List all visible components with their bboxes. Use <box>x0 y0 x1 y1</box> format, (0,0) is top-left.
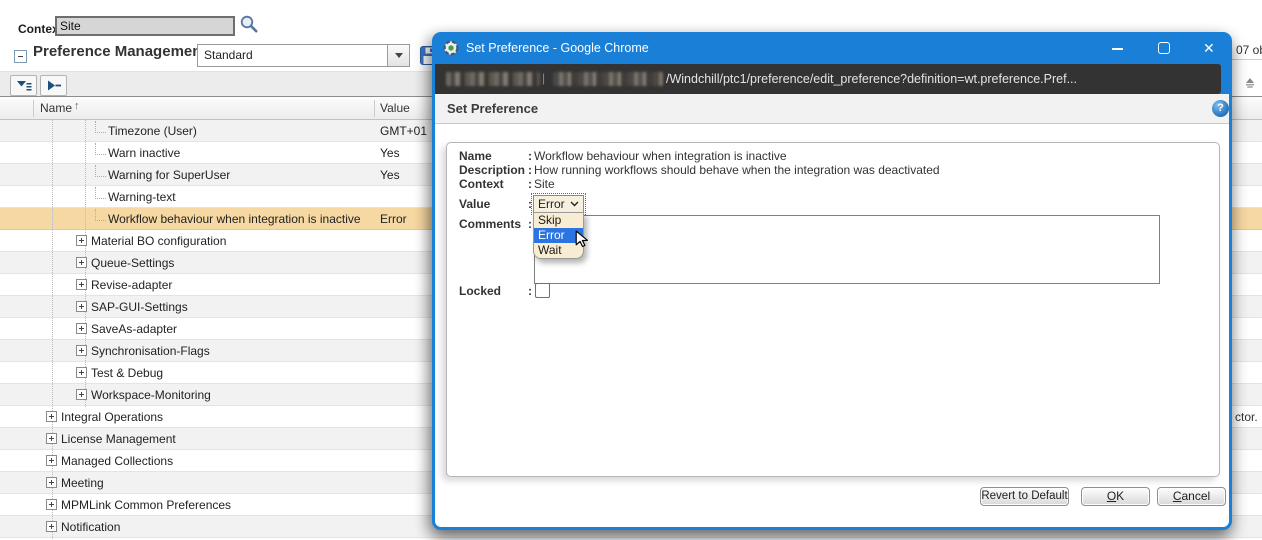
search-icon[interactable] <box>239 14 259 34</box>
row-name: Workflow behaviour when integration is i… <box>108 212 361 226</box>
context-input[interactable] <box>55 16 235 36</box>
redacted-url-segment <box>553 72 663 86</box>
row-name: Synchronisation-Flags <box>91 344 210 358</box>
dialog-title: Set Preference <box>447 101 538 116</box>
comments-textarea[interactable] <box>534 215 1160 284</box>
row-name: Queue-Settings <box>91 256 174 270</box>
dialog-content: Set Preference ? Name : Workflow behavio… <box>435 94 1229 527</box>
collapse-tree-icon <box>46 79 62 92</box>
preference-form: Name : Workflow behaviour when integrati… <box>446 142 1220 477</box>
collapse-section-icon[interactable] <box>14 50 27 63</box>
expand-plus-icon[interactable] <box>46 433 57 444</box>
view-dropdown[interactable]: Standard <box>197 44 410 67</box>
row-value: GMT+01 <box>380 124 427 138</box>
windchill-favicon-icon <box>443 40 459 56</box>
sorted-column-icon[interactable] <box>1243 76 1257 90</box>
filter-view-button[interactable] <box>10 75 37 96</box>
page-title: Preference Management <box>33 43 206 60</box>
close-button[interactable]: ✕ <box>1203 39 1215 57</box>
sort-ascending-icon[interactable]: ↑ <box>74 100 80 112</box>
expand-plus-icon[interactable] <box>46 455 57 466</box>
row-name: Notification <box>61 520 120 534</box>
value-select-current: Error <box>538 197 565 211</box>
name-value: Workflow behaviour when integration is i… <box>534 149 787 163</box>
expand-plus-icon[interactable] <box>76 257 87 268</box>
mouse-cursor-icon <box>573 230 590 248</box>
maximize-button[interactable] <box>1158 42 1170 54</box>
description-label: Description <box>459 163 525 177</box>
column-header-value[interactable]: Value <box>380 101 410 115</box>
tree-connector <box>95 121 106 133</box>
minimize-button[interactable] <box>1112 48 1123 50</box>
expand-plus-icon[interactable] <box>46 521 57 532</box>
row-name: Workspace-Monitoring <box>91 388 211 402</box>
context-field-label: Context <box>459 177 504 191</box>
expand-plus-icon[interactable] <box>76 367 87 378</box>
help-icon[interactable]: ? <box>1212 100 1229 117</box>
value-label: Value <box>459 197 490 211</box>
name-label: Name <box>459 149 492 163</box>
expand-plus-icon[interactable] <box>76 323 87 334</box>
expand-plus-icon[interactable] <box>76 279 87 290</box>
row-name: Warn inactive <box>108 146 180 160</box>
window-titlebar[interactable]: Set Preference - Google Chrome ✕ <box>432 32 1232 64</box>
collapse-all-button[interactable] <box>40 75 67 96</box>
redacted-url-segment <box>446 72 540 86</box>
cancel-button[interactable]: Cancel <box>1157 487 1226 506</box>
row-value: Error <box>380 212 407 226</box>
row-name: Test & Debug <box>91 366 163 380</box>
row-name: SaveAs-adapter <box>91 322 177 336</box>
row-name: Managed Collections <box>61 454 173 468</box>
context-field-value: Site <box>534 177 555 191</box>
row-value: Yes <box>380 168 400 182</box>
row-name: Revise-adapter <box>91 278 172 292</box>
row-name: Timezone (User) <box>108 124 197 138</box>
locked-checkbox[interactable] <box>535 283 550 298</box>
row-name: Warning for SuperUser <box>108 168 230 182</box>
view-dropdown-value: Standard <box>198 45 387 66</box>
tree-connector <box>95 143 106 155</box>
revert-to-default-button[interactable]: Revert to Default <box>980 487 1069 506</box>
description-value: How running workflows should behave when… <box>534 163 940 177</box>
row-name: Integral Operations <box>61 410 163 424</box>
chevron-down-icon <box>570 201 579 207</box>
row-name: MPMLink Common Preferences <box>61 498 231 512</box>
tree-connector <box>95 209 106 221</box>
row-value: Yes <box>380 146 400 160</box>
set-preference-window: Set Preference - Google Chrome ✕ | /Wind… <box>432 32 1232 530</box>
address-bar[interactable]: | /Windchill/ptc1/preference/edit_prefer… <box>435 64 1221 94</box>
value-select[interactable]: Error <box>533 195 584 213</box>
filter-list-icon <box>16 79 32 92</box>
chevron-down-icon[interactable] <box>387 45 409 66</box>
divider <box>1232 59 1262 60</box>
locked-label: Locked <box>459 284 501 298</box>
screen: Context Preference Management Standard <box>0 0 1262 540</box>
object-count-fragment: 07 ob <box>1236 43 1262 57</box>
column-header-name[interactable]: Name <box>40 101 72 115</box>
tree-connector <box>95 165 106 177</box>
url-separator: | <box>542 71 545 85</box>
expand-plus-icon[interactable] <box>76 301 87 312</box>
row-name: Meeting <box>61 476 104 490</box>
value-text-fragment: ctor. <box>1235 410 1258 424</box>
expand-plus-icon[interactable] <box>46 499 57 510</box>
expand-plus-icon[interactable] <box>46 477 57 488</box>
expand-plus-icon[interactable] <box>76 235 87 246</box>
expand-plus-icon[interactable] <box>76 389 87 400</box>
row-name: Warning-text <box>108 190 176 204</box>
expand-plus-icon[interactable] <box>46 411 57 422</box>
window-title: Set Preference - Google Chrome <box>466 41 649 55</box>
tree-connector <box>95 187 106 199</box>
row-name: License Management <box>61 432 176 446</box>
url-text: /Windchill/ptc1/preference/edit_preferen… <box>666 72 1077 86</box>
expand-plus-icon[interactable] <box>76 345 87 356</box>
ok-button[interactable]: OK <box>1081 487 1150 506</box>
dropdown-option-skip[interactable]: Skip <box>534 213 583 228</box>
row-name: SAP-GUI-Settings <box>91 300 188 314</box>
comments-label: Comments <box>459 217 521 231</box>
dialog-header: Set Preference <box>435 94 1229 124</box>
row-name: Material BO configuration <box>91 234 226 248</box>
